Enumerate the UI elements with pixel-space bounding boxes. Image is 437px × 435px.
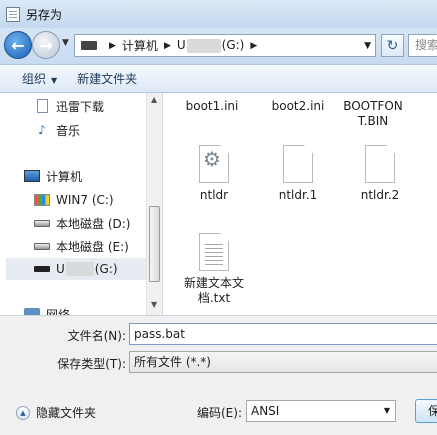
disk-icon [34, 216, 50, 230]
file-list: boot1.ini boot2.ini BOOTFON T.BIN ntldr … [162, 93, 437, 315]
file-item[interactable]: 新建文本文 档.txt [179, 233, 249, 306]
save-type-select[interactable]: 所有文件 (*.*) [129, 351, 437, 373]
nav-item-computer[interactable]: 计算机 [24, 165, 162, 187]
organize-label: 组织 [22, 72, 47, 86]
chevron-right-icon[interactable]: ▶ [250, 41, 257, 51]
scrollbar-thumb[interactable] [149, 206, 160, 282]
hide-folders-button[interactable]: ▲ 隐藏文件夹 [16, 404, 96, 421]
system-file-icon [199, 145, 229, 183]
hide-folders-label: 隐藏文件夹 [36, 406, 97, 420]
file-icon [283, 145, 313, 183]
chevron-right-icon[interactable]: ▶ [164, 41, 171, 51]
filename-label: 文件名(N): [67, 329, 126, 343]
text-file-icon [199, 233, 229, 271]
nav-item-label: 网络 [46, 307, 71, 316]
refresh-button[interactable]: ↻ [381, 34, 404, 57]
file-name: BOOTFON T.BIN [343, 99, 403, 128]
nav-scrollbar[interactable]: ▲ ▼ [146, 93, 162, 315]
nav-item-label: 计算机 [46, 169, 83, 184]
file-name: boot2.ini [271, 99, 325, 113]
arrow-right-icon: → [39, 35, 53, 55]
caret-down-icon: ▼ [51, 76, 58, 85]
breadcrumb-drive-letter: (G:) [221, 38, 245, 53]
window-title: 另存为 [26, 7, 63, 22]
nav-item-drive-d[interactable]: 本地磁盘 (D:) [34, 212, 162, 234]
nav-item-label: (G:) [94, 262, 118, 276]
file-item[interactable]: ntldr.1 [259, 145, 337, 203]
toolbar: 组织 ▼ 新建文件夹 [0, 64, 437, 93]
breadcrumb-drive[interactable]: U (G:) [176, 38, 245, 53]
scroll-up-icon[interactable]: ▲ [151, 95, 157, 104]
nav-item-drive-c[interactable]: WIN7 (C:) [34, 189, 162, 211]
nav-item-drive-g[interactable]: U (G:) [6, 258, 146, 280]
save-button[interactable]: 保 [415, 399, 437, 423]
new-folder-button[interactable]: 新建文件夹 [67, 70, 147, 87]
nav-item-downloads[interactable]: 迅雷下载 [34, 95, 162, 117]
file-name: boot1.ini [185, 99, 239, 113]
breadcrumb-computer[interactable]: 计算机 [122, 37, 158, 54]
breadcrumb-drive-label: U [176, 38, 186, 53]
encoding-select[interactable]: ANSI ▼ [246, 400, 396, 422]
music-icon: ♪ [38, 123, 46, 137]
usb-drive-icon [34, 262, 50, 276]
file-name: ntldr.1 [278, 188, 318, 202]
nav-item-label: WIN7 (C:) [56, 193, 114, 207]
notepad-icon [6, 6, 20, 22]
address-row: ← → ▼ ▶ 计算机 ▶ U (G:) ▶ ▼ ↻ 搜索 [0, 28, 437, 64]
file-name: ntldr [199, 188, 229, 202]
file-item[interactable]: BOOTFON T.BIN [341, 99, 405, 129]
file-name: ntldr.2 [360, 188, 400, 202]
file-item[interactable]: ntldr [175, 145, 253, 203]
navigation-pane: 迅雷下载 ♪ 音乐 计算机 WIN7 (C:) 本地磁盘 (D:) 本地磁盘 (… [0, 93, 162, 315]
computer-icon [24, 169, 40, 183]
forward-button[interactable]: → [32, 31, 60, 59]
save-type-label: 保存类型(T): [57, 357, 126, 371]
disk-icon [34, 239, 50, 253]
file-item[interactable]: boot2.ini [259, 99, 337, 114]
arrow-left-icon: ← [11, 35, 25, 55]
search-input[interactable]: 搜索 [408, 34, 437, 57]
chevron-down-icon: ▼ [383, 406, 390, 415]
computer-icon [81, 41, 97, 50]
file-item[interactable]: boot1.ini [173, 99, 251, 114]
chevron-down-icon[interactable]: ▼ [364, 41, 371, 51]
nav-item-network[interactable]: 网络 [24, 303, 162, 315]
windows-drive-icon [34, 193, 50, 207]
chevron-right-icon[interactable]: ▶ [109, 41, 116, 51]
nav-item-drive-e[interactable]: 本地磁盘 (E:) [34, 235, 162, 257]
encoding-value: ANSI [251, 404, 280, 418]
redacted-text [65, 262, 94, 276]
nav-item-label: 音乐 [56, 123, 81, 138]
organize-button[interactable]: 组织 ▼ [12, 70, 67, 87]
address-bar[interactable]: ▶ 计算机 ▶ U (G:) ▶ ▼ [74, 34, 376, 57]
title-bar: 另存为 [0, 0, 437, 28]
file-name: 新建文本文 档.txt [183, 276, 244, 305]
nav-item-music[interactable]: ♪ 音乐 [34, 119, 162, 141]
encoding-label: 编码(E): [197, 406, 242, 420]
refresh-icon: ↻ [386, 37, 399, 54]
scroll-down-icon[interactable]: ▼ [151, 300, 157, 309]
nav-item-label: 迅雷下载 [56, 99, 105, 114]
filename-input[interactable]: pass.bat [129, 323, 437, 345]
file-item[interactable]: ntldr.2 [341, 145, 419, 203]
recent-pages-dropdown[interactable]: ▼ [62, 38, 69, 48]
nav-item-label: 本地磁盘 (E:) [56, 239, 129, 254]
back-button[interactable]: ← [4, 31, 32, 59]
document-icon [34, 99, 50, 113]
network-icon [24, 307, 40, 315]
redacted-text [186, 38, 221, 53]
nav-item-label: 本地磁盘 (D:) [56, 216, 131, 231]
chevron-up-icon: ▲ [16, 405, 30, 420]
save-form: 文件名(N): pass.bat 保存类型(T): 所有文件 (*.*) ▲ 隐… [0, 315, 437, 435]
file-icon [365, 145, 395, 183]
nav-item-label: U [56, 262, 65, 276]
